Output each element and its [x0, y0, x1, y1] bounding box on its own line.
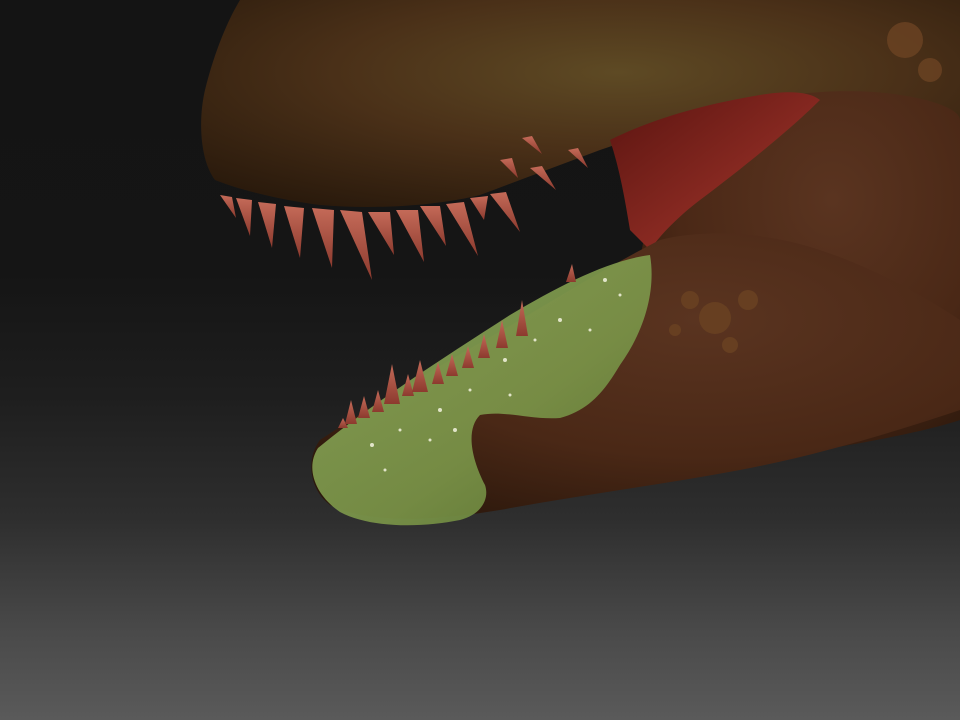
viewport-canvas[interactable] [0, 0, 960, 720]
dinosaur-render [201, 0, 960, 526]
